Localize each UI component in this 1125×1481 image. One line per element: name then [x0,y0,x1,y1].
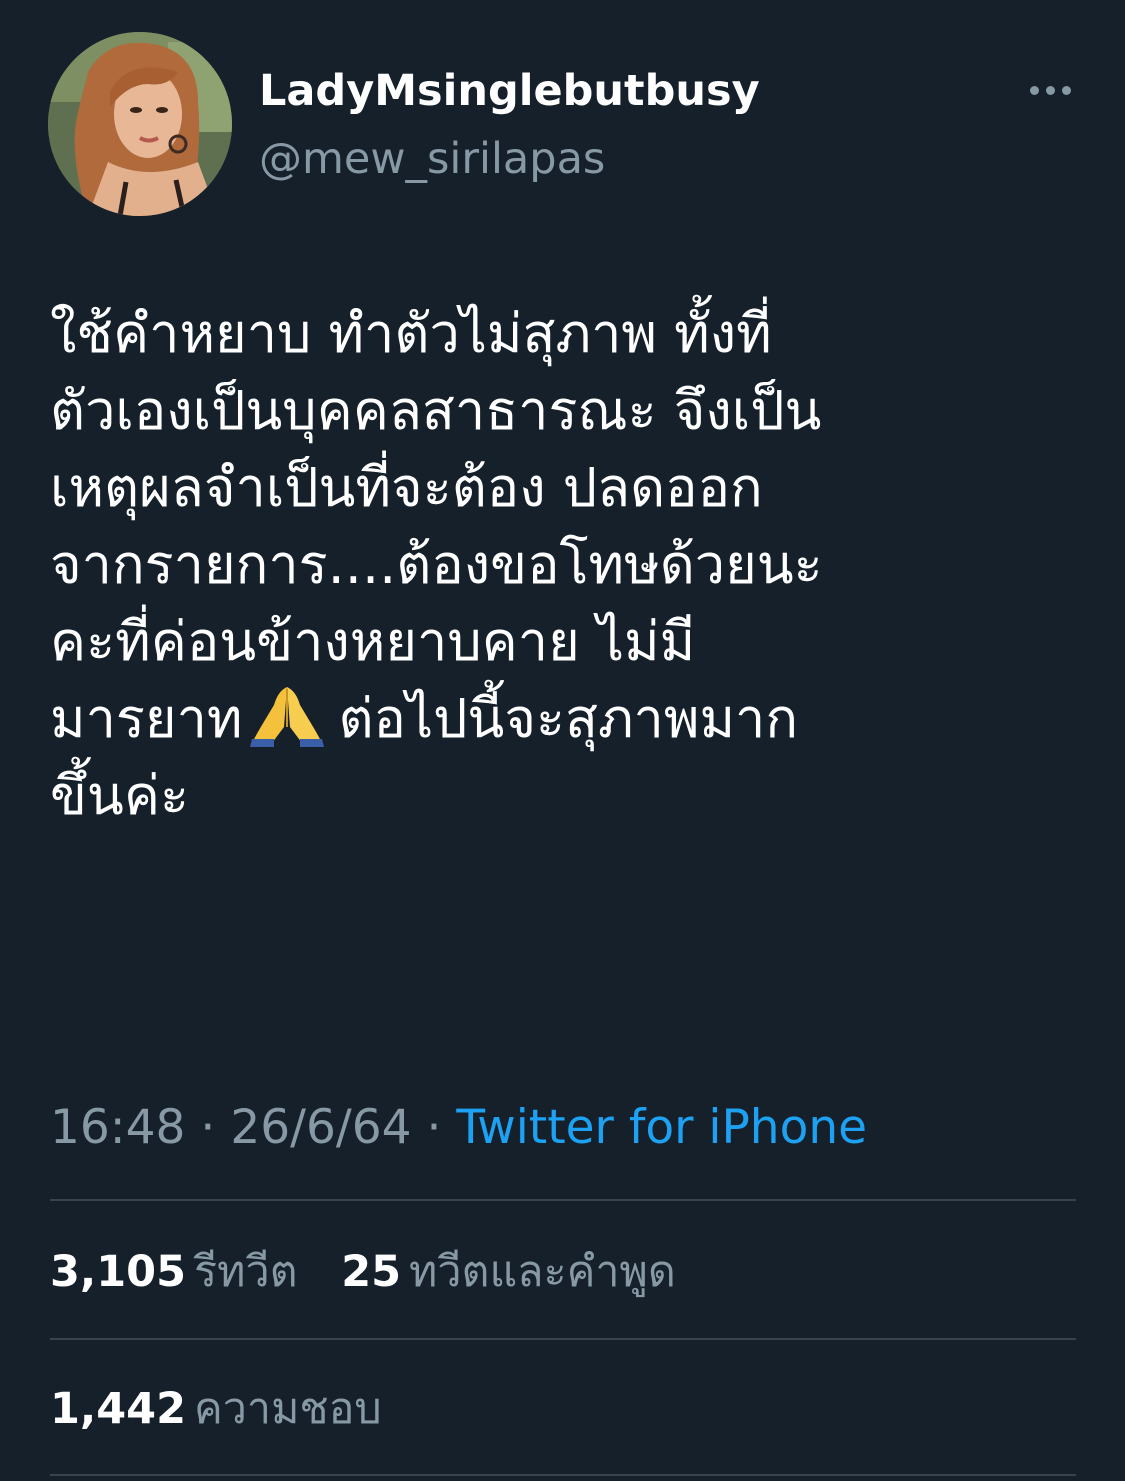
tweet-line-part: มารยาท [50,687,243,750]
tweet-line: ขึ้นค่ะ [50,764,189,827]
display-name[interactable]: LadyMsinglebutbusy [259,64,760,118]
more-horizontal-icon [1030,86,1039,95]
tweet-line-part: ต่อไปนี้จะสุภาพมาก [338,687,799,750]
quote-tweets-stat[interactable]: 25 ทวีตและคำพูด [341,1244,676,1300]
avatar[interactable] [48,32,232,216]
folded-hands-emoji-icon [250,687,325,747]
likes-stat[interactable]: 1,442 ความชอบ [50,1381,382,1437]
retweets-stat[interactable]: 3,105 รีทวีต [50,1244,298,1300]
divider [50,1338,1076,1340]
more-horizontal-icon-dot [1062,86,1071,95]
user-handle[interactable]: @mew_sirilapas [259,132,605,186]
tweet-header: LadyMsinglebutbusy @mew_sirilapas [0,0,1125,240]
tweet-line: เหตุผลจำเป็นที่จะต้อง ปลดออก [50,456,763,519]
tweet-date: 26/6/64 [230,1100,412,1155]
quote-tweets-count: 25 [341,1247,402,1297]
retweets-label: รีทวีต [194,1247,298,1297]
meta-separator: · [426,1100,442,1155]
tweet-line-with-emoji: มารยาท ต่อไปนี้จะสุภาพมาก [50,680,1090,757]
tweet-line: คะที่ค่อนข้างหยาบคาย ไม่มี [50,610,696,673]
retweets-count: 3,105 [50,1247,187,1297]
tweet-line: จากรายการ....ต้องขอโทษด้วยนะ [50,533,823,596]
divider [50,1199,1076,1201]
meta-separator: · [200,1100,216,1155]
divider [50,1474,1076,1476]
tweet-source-link[interactable]: Twitter for iPhone [456,1100,867,1155]
more-options-button[interactable] [1020,70,1080,110]
likes-label: ความชอบ [194,1384,382,1434]
quote-tweets-label: ทวีตและคำพูด [409,1247,676,1297]
more-horizontal-icon-dot [1046,86,1055,95]
profile-photo-icon [48,32,232,216]
tweet-meta: 16:48 · 26/6/64 · Twitter for iPhone [50,1098,867,1158]
engagement-stats-row: 3,105 รีทวีต 25 ทวีตและคำพูด [50,1244,676,1300]
likes-stats-row: 1,442 ความชอบ [50,1381,382,1437]
likes-count: 1,442 [50,1384,187,1434]
tweet-line: ใช้คำหยาบ ทำตัวไม่สุภาพ ทั้งที่ [50,302,772,365]
tweet-text: ใช้คำหยาบ ทำตัวไม่สุภาพ ทั้งที่ ตัวเองเป… [50,295,1090,834]
tweet-time: 16:48 [50,1100,186,1155]
tweet-line: ตัวเองเป็นบุคคลสาธารณะ จึงเป็น [50,379,822,442]
